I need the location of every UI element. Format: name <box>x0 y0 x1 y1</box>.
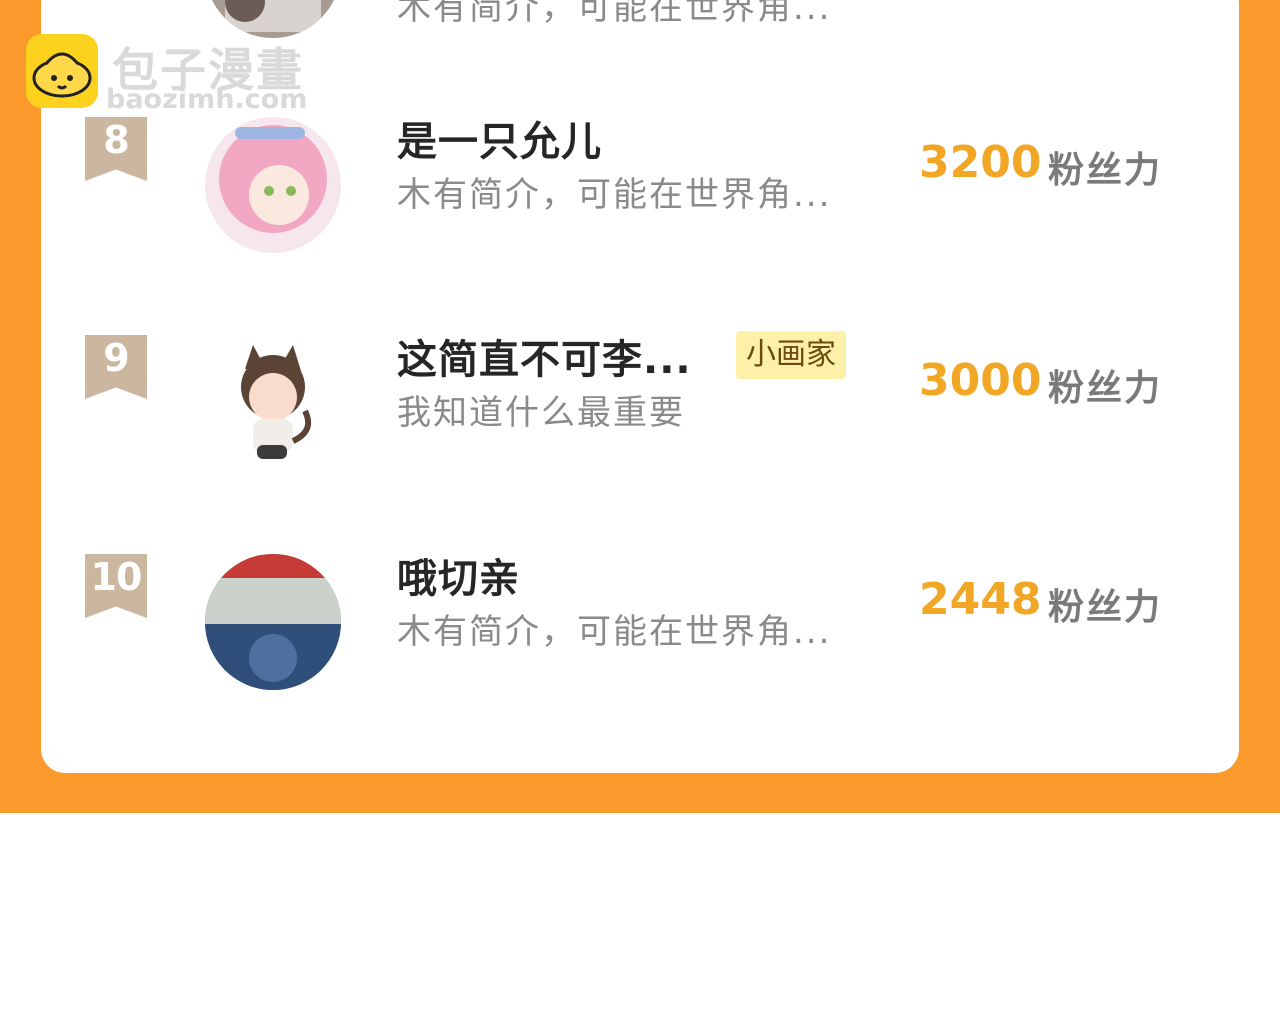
avatar[interactable] <box>205 331 341 467</box>
user-name[interactable]: 是一只允儿 <box>397 109 602 167</box>
avatar[interactable] <box>205 0 341 38</box>
fans-label: 粉丝力 <box>1048 150 1163 191</box>
rank-badge: 9 <box>85 335 147 399</box>
bun-logo-icon <box>26 34 98 108</box>
user-bio: 木有简介，可能在世界角... <box>397 0 832 28</box>
rank-badge: 10 <box>85 554 147 618</box>
list-item[interactable]: 8 是一只允儿 木有简介，可能在世界角... 3200 粉丝力 <box>41 117 1239 267</box>
list-item[interactable]: 9 这简直不可李... 小画家 我知道什么最重要 3000 粉丝力 <box>41 331 1239 485</box>
watermark: 包子漫畫 baozimh.com <box>26 34 326 116</box>
list-item[interactable]: 10 哦切亲 木有简介，可能在世界角... 2448 粉丝力 <box>41 554 1239 704</box>
fans-value: 3200 <box>919 137 1042 188</box>
avatar[interactable] <box>205 554 341 690</box>
user-bio: 我知道什么最重要 <box>397 393 685 433</box>
user-bio: 木有简介，可能在世界角... <box>397 175 832 215</box>
watermark-url: baozimh.com <box>106 84 308 115</box>
user-name[interactable]: 这简直不可李... <box>397 327 692 385</box>
fans-label: 粉丝力 <box>1048 587 1163 628</box>
fans-value: 2448 <box>919 574 1042 625</box>
avatar[interactable] <box>205 117 341 253</box>
fans-value: 3000 <box>919 355 1042 406</box>
rank-badge: 8 <box>85 117 147 181</box>
user-name[interactable]: 哦切亲 <box>397 546 520 604</box>
fans-label: 粉丝力 <box>1048 368 1163 409</box>
artist-tag: 小画家 <box>736 331 846 379</box>
user-bio: 木有简介，可能在世界角... <box>397 612 832 652</box>
